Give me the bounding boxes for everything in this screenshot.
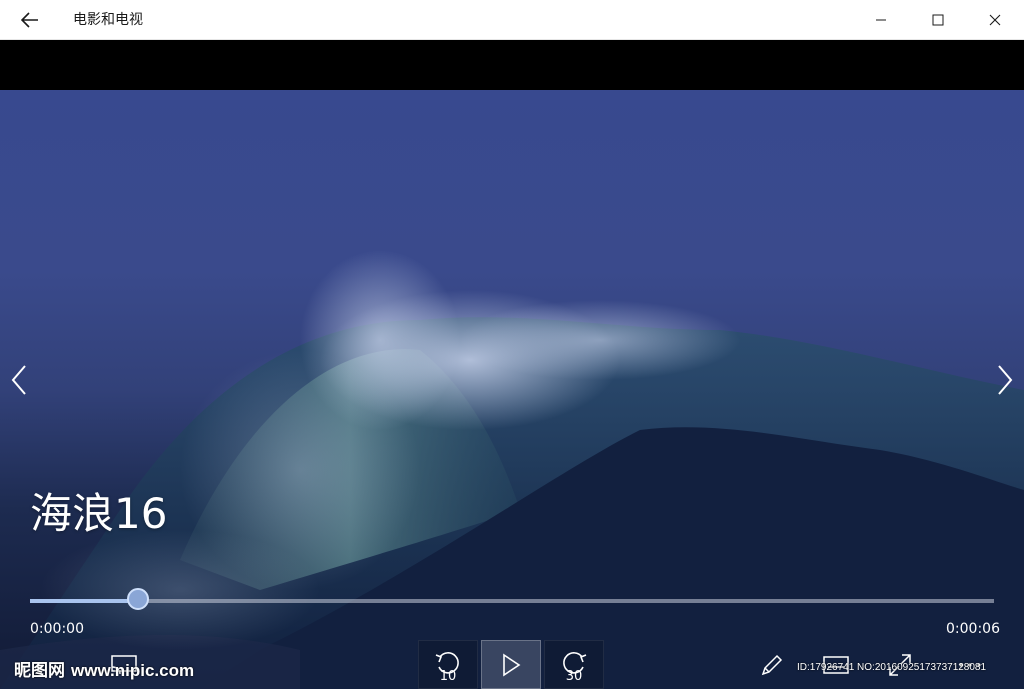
duration-time: 0:00:06 — [946, 621, 1000, 637]
watermark-brand: 昵图网 www.nipic.com — [14, 656, 194, 681]
back-arrow-icon — [21, 12, 38, 28]
seek-bar-fill — [30, 599, 138, 603]
video-title: 海浪16 — [30, 489, 168, 538]
skip-forward-button[interactable]: 30 — [544, 640, 604, 689]
current-time: 0:00:00 — [30, 621, 84, 637]
watermark-id: ID:17926741 NO:20160925173737128081 — [797, 662, 987, 673]
next-button[interactable] — [990, 360, 1020, 400]
letterbox — [0, 40, 1024, 90]
maximize-icon — [932, 14, 944, 26]
play-button[interactable] — [481, 640, 541, 689]
seek-bar-thumb[interactable] — [126, 588, 149, 610]
seek-bar[interactable] — [30, 588, 994, 610]
play-icon — [503, 653, 521, 676]
back-button[interactable] — [14, 6, 46, 34]
title-bar: 电影和电视 — [0, 0, 1024, 40]
skip-back-button[interactable]: 10 — [418, 640, 478, 689]
minimize-icon — [876, 19, 886, 21]
close-icon — [989, 14, 1001, 26]
previous-button[interactable] — [4, 360, 34, 400]
skip-forward-seconds: 30 — [565, 669, 583, 684]
maximize-button[interactable] — [915, 0, 961, 40]
minimize-button[interactable] — [858, 0, 904, 40]
app-title: 电影和电视 — [73, 12, 143, 28]
watermark-brand-name: 昵图网 — [14, 661, 65, 680]
pencil-icon — [761, 654, 783, 675]
video-surface[interactable]: 海浪16 0:00:00 0:00:06 10 30 — [0, 90, 1024, 689]
chevron-left-icon — [11, 365, 26, 395]
chevron-right-icon — [998, 365, 1013, 395]
close-button[interactable] — [972, 0, 1018, 40]
edit-button[interactable] — [752, 640, 792, 689]
watermark-url: www.nipic.com — [71, 661, 195, 680]
skip-back-seconds: 10 — [439, 669, 457, 684]
